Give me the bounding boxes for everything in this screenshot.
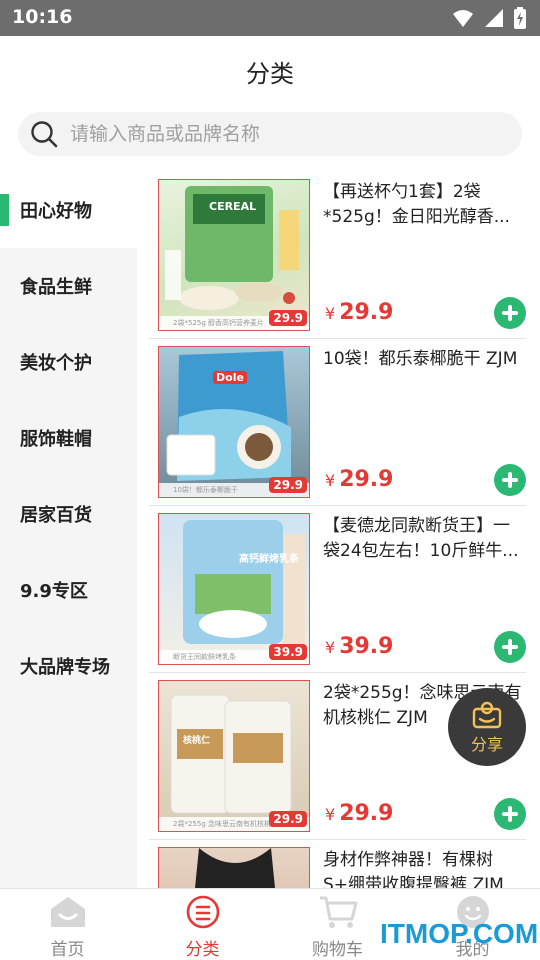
home-icon [50,897,85,927]
sidebar-item-label: 服饰鞋帽 [20,429,92,450]
product-card[interactable]: 身材作弊神器！有棵树S+绷带收腹提臀裤 ZJM [149,840,526,888]
thumb-brand-text: Dole [213,371,247,384]
product-price: ¥ 29.9 [325,300,393,325]
signal-icon [485,9,503,27]
wifi-icon [453,10,473,27]
status-icons [452,7,526,29]
product-title[interactable]: 10袋！都乐泰椰脆干 ZJM [323,347,523,372]
add-to-cart-button[interactable] [494,464,526,496]
product-image[interactable]: 核桃仁 2袋*255g 念味思云南有机核桃仁 29.9 [158,680,310,832]
thumb-brand-text: 核桃仁 [183,736,211,746]
product-card[interactable]: CEREAL 2袋*525g 醇香高钙营养麦片 29.9 【再送杯勺1套】2袋*… [149,172,526,339]
sidebar-item-label: 食品生鲜 [20,277,92,298]
product-title[interactable]: 【麦德龙同款断货王】一袋24包左右！10斤鲜牛... [323,514,523,564]
add-to-cart-button[interactable] [494,798,526,830]
tab-home[interactable]: 首页 [0,889,135,960]
thumb-price-tag: 29.9 [269,477,307,493]
search-bar[interactable] [18,112,522,156]
add-to-cart-button[interactable] [494,631,526,663]
product-list[interactable]: CEREAL 2袋*525g 醇香高钙营养麦片 29.9 【再送杯勺1套】2袋*… [137,172,540,888]
milk-strips-illustration [183,520,305,644]
currency-symbol: ¥ [325,805,336,824]
search-input[interactable] [70,123,490,145]
sidebar-item-99-zone[interactable]: 9.9专区 [0,552,137,628]
sidebar-item-label: 居家百货 [20,505,92,526]
coconut-chips-illustration [166,351,291,481]
product-card[interactable]: Dole 10袋！都乐泰椰脆干 29.9 10袋！都乐泰椰脆干 ZJM ¥ 29… [149,339,526,506]
share-button[interactable]: 分享 [448,688,526,766]
walnut-bags-illustration [170,694,292,814]
share-icon [472,701,502,729]
sidebar-item-label: 田心好物 [20,201,92,222]
price-amount: 39.9 [339,634,394,659]
product-card[interactable]: 高钙鲜烤乳条 断货王同款鲜烤乳条 39.9 【麦德龙同款断货王】一袋24包左右！… [149,506,526,673]
product-image[interactable] [158,847,310,888]
sidebar-item-beauty-care[interactable]: 美妆个护 [0,324,137,400]
currency-symbol: ¥ [325,638,336,657]
thumb-brand-text: CEREAL [209,200,257,213]
sidebar-item-tianxin-goods[interactable]: 田心好物 [0,172,137,248]
thumb-price-tag: 29.9 [269,811,307,827]
sidebar-item-label: 大品牌专场 [20,657,110,678]
sidebar-item-apparel[interactable]: 服饰鞋帽 [0,400,137,476]
add-to-cart-button[interactable] [494,297,526,329]
product-price: ¥ 29.9 [325,801,393,826]
product-image[interactable]: CEREAL 2袋*525g 醇香高钙营养麦片 29.9 [158,179,310,331]
product-title[interactable]: 身材作弊神器！有棵树S+绷带收腹提臀裤 ZJM [323,848,523,888]
sidebar-item-label: 美妆个护 [20,353,92,374]
category-icon [186,895,219,929]
header: 分类 [0,36,540,106]
battery-icon [514,7,526,29]
sidebar-item-label: 9.9专区 [20,581,88,602]
sidebar-item-fresh-food[interactable]: 食品生鲜 [0,248,137,324]
sidebar-item-household[interactable]: 居家百货 [0,476,137,552]
status-time: 10:16 [12,6,73,28]
page-title: 分类 [246,59,294,88]
product-image[interactable]: Dole 10袋！都乐泰椰脆干 29.9 [158,346,310,498]
product-price: ¥ 29.9 [325,467,393,492]
price-amount: 29.9 [339,300,394,325]
tab-label: 首页 [50,940,85,960]
search-icon [31,121,58,148]
tab-category[interactable]: 分类 [135,889,270,960]
product-title[interactable]: 【再送杯勺1套】2袋*525g！金日阳光醇香... [323,180,523,230]
category-sidebar: 田心好物 食品生鲜 美妆个护 服饰鞋帽 居家百货 9.9专区 大品牌专场 [0,172,137,888]
cart-icon [319,896,357,928]
thumb-price-tag: 29.9 [269,310,307,326]
watermark-text: ITMOP.COM [380,918,539,949]
price-amount: 29.9 [339,467,394,492]
product-price: ¥ 39.9 [325,634,393,659]
sidebar-item-big-brands[interactable]: 大品牌专场 [0,628,137,704]
shapewear-illustration [195,848,275,888]
tab-label: 购物车 [312,940,363,960]
product-image[interactable]: 高钙鲜烤乳条 断货王同款鲜烤乳条 39.9 [158,513,310,665]
currency-symbol: ¥ [325,304,336,323]
thumb-price-tag: 39.9 [269,644,307,660]
status-bar: 10:16 [0,0,540,36]
thumb-brand-text: 高钙鲜烤乳条 [239,554,299,565]
currency-symbol: ¥ [325,471,336,490]
tab-label: 分类 [185,940,220,960]
share-label: 分享 [470,735,503,754]
price-amount: 29.9 [339,801,394,826]
